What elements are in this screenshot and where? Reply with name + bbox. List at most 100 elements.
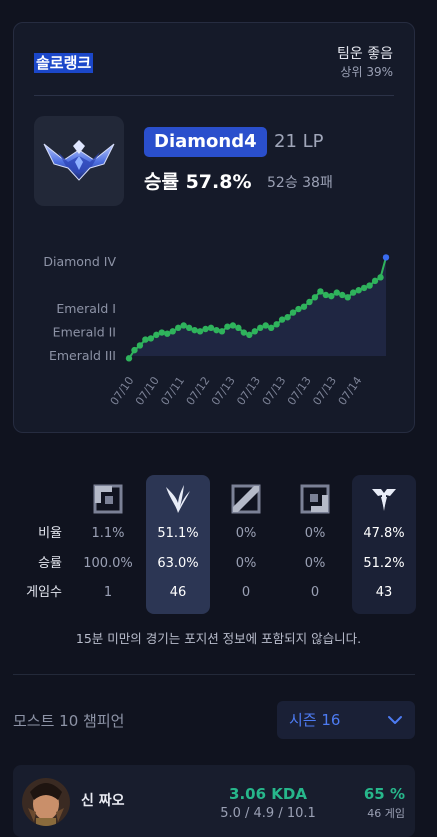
support-icon[interactable] — [368, 483, 400, 515]
position-ratio-cell: 51.1% — [157, 526, 199, 541]
y-tick-label: Emerald II — [53, 325, 116, 340]
position-stats: 비율 승률 게임수 1.1% 100.0% 1 51.1% 63.0% 46 0% 0% 0 0%… — [0, 475, 437, 615]
season-select-label: 시즌 16 — [289, 711, 341, 729]
divider — [13, 674, 415, 675]
data-point — [158, 329, 166, 336]
data-point — [306, 298, 313, 306]
data-point — [289, 309, 297, 316]
data-point — [240, 329, 248, 336]
data-point — [349, 289, 357, 296]
champion-kda-detail: 5.0 / 4.9 / 10.1 — [220, 806, 316, 821]
champion-winrate: 65 % — [363, 785, 405, 803]
champion-avatar — [22, 778, 70, 826]
x-tick-label: 07/10 — [108, 374, 137, 407]
data-point — [125, 355, 133, 362]
data-point — [295, 305, 302, 313]
data-point — [273, 321, 280, 328]
x-tick-label: 07/13 — [285, 374, 314, 407]
x-tick-label: 07/13 — [260, 374, 289, 407]
data-point — [185, 324, 193, 332]
y-tick-label: Emerald I — [56, 301, 116, 316]
x-tick-label: 07/14 — [336, 374, 365, 407]
rank-emblem — [34, 116, 124, 206]
data-point — [311, 294, 319, 301]
data-point — [360, 284, 368, 292]
position-ratio-cell: 0% — [304, 526, 326, 541]
data-point — [333, 289, 340, 296]
x-tick-label: 07/11 — [158, 374, 187, 407]
data-point — [131, 346, 138, 354]
data-point — [147, 335, 155, 342]
data-point — [322, 291, 330, 299]
chart-area — [129, 257, 386, 359]
data-point — [246, 331, 253, 339]
data-point — [328, 292, 335, 300]
team-luck-label: 팀운 좋음 — [337, 46, 393, 62]
x-tick-label: 07/10 — [133, 374, 162, 407]
data-point — [229, 322, 237, 329]
data-point — [142, 336, 149, 343]
position-winrate-cell: 0% — [235, 556, 257, 571]
data-point — [382, 254, 390, 261]
champion-games: 46 게임 — [367, 807, 405, 820]
data-point — [355, 287, 362, 294]
position-games-cell: 0 — [241, 585, 251, 600]
data-point — [218, 328, 226, 335]
jungle-icon[interactable] — [162, 483, 194, 515]
data-point — [344, 294, 351, 301]
diamond-emblem-icon — [43, 140, 115, 181]
team-luck-badge: 팀운 좋음 상위 39% — [337, 45, 393, 81]
champion-kda: 3.06 KDA — [229, 785, 307, 803]
position-winrate-cell: 51.2% — [363, 556, 405, 571]
x-tick-label: 07/12 — [184, 374, 213, 407]
x-tick-label: 07/13 — [209, 374, 238, 407]
data-point — [371, 277, 379, 285]
position-winrate-cell: 100.0% — [83, 556, 133, 571]
data-point — [207, 324, 215, 332]
tier-badge: Diamond4 — [144, 127, 267, 157]
position-winrate-cell: 0% — [304, 556, 326, 571]
bottom-lane-icon[interactable] — [299, 483, 331, 515]
lp-history-chart: Diamond IV Emerald I Emerald II Emerald III… — [43, 254, 390, 408]
row-label-winrate: 승률 — [38, 556, 62, 571]
y-tick-label: Diamond IV — [43, 254, 116, 269]
lp-value: 21 LP — [274, 131, 324, 152]
season-select[interactable]: 시즌 16 — [277, 701, 415, 739]
data-point — [317, 288, 324, 295]
data-point — [284, 314, 291, 321]
divider — [34, 95, 394, 96]
queue-title: 솔로랭크 — [34, 53, 94, 73]
data-point — [300, 303, 308, 310]
position-ratio-cell: 47.8% — [363, 526, 405, 541]
position-notice: 15분 미만의 경기는 포지션 정보에 포함되지 않습니다. — [75, 631, 362, 646]
win-loss-record: 52승 38패 — [267, 175, 333, 191]
data-point — [224, 323, 231, 330]
percentile-label: 상위 39% — [340, 65, 393, 79]
data-point — [175, 324, 182, 332]
data-point — [278, 316, 286, 323]
data-point — [164, 330, 171, 337]
data-point — [235, 324, 242, 332]
data-point — [191, 326, 198, 334]
data-point — [202, 325, 209, 333]
data-point — [257, 324, 264, 332]
most-champions-title: 모스트 10 챔피언 — [13, 712, 125, 730]
position-ratio-cell: 1.1% — [91, 526, 125, 541]
data-point — [267, 324, 275, 332]
top-lane-icon[interactable] — [92, 483, 124, 515]
row-label-ratio: 비율 — [38, 526, 62, 541]
y-tick-label: Emerald III — [49, 348, 116, 363]
x-tick-label: 07/13 — [310, 374, 339, 407]
champion-name: 신 짜오 — [81, 793, 125, 809]
data-point — [169, 328, 176, 335]
data-point — [153, 331, 160, 339]
data-point — [180, 322, 187, 329]
data-point — [251, 328, 258, 335]
champion-row[interactable]: 신 짜오 3.06 KDA 5.0 / 4.9 / 10.1 65 % 46 게… — [13, 765, 415, 837]
position-games-cell: 43 — [375, 585, 393, 600]
position-winrate-cell: 63.0% — [157, 556, 199, 571]
position-games-cell: 46 — [169, 585, 187, 600]
mid-lane-icon[interactable] — [230, 483, 262, 515]
row-label-games: 게임수 — [26, 585, 62, 600]
chevron-down-icon — [388, 716, 402, 724]
